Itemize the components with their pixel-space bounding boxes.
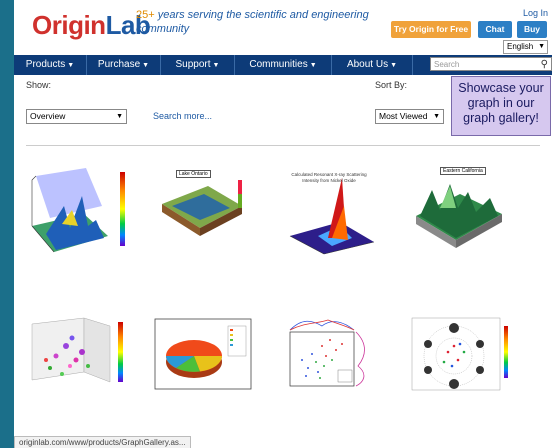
tagline-line2: community [136, 23, 190, 35]
showcase-promo-banner[interactable]: Showcase your graph in our graph gallery… [451, 76, 551, 136]
sort-label: Sort By: [375, 80, 408, 90]
try-origin-button[interactable]: Try Origin for Free [391, 21, 471, 38]
thumb-title: Eastern California [440, 167, 486, 175]
tagline: 25+ years serving the scientific and eng… [136, 8, 369, 36]
gallery-thumb-scatter-marginal[interactable] [282, 316, 378, 396]
chevron-down-icon: ▼ [538, 43, 545, 50]
show-select-value: Overview [30, 111, 66, 121]
search-icon[interactable]: ⚲ [541, 58, 548, 72]
thumb-image [411, 317, 508, 391]
logo-origin-text: Origin [32, 10, 106, 40]
caret-down-icon: ▼ [309, 62, 317, 69]
login-link[interactable]: Log In [523, 8, 548, 18]
language-select[interactable]: English ▼ [503, 40, 548, 54]
gallery-thumb-lake-ontario[interactable]: Lake Ontario [154, 166, 250, 256]
chat-button[interactable]: Chat [478, 21, 512, 38]
show-select[interactable]: Overview ▼ [26, 109, 127, 124]
show-label: Show: [26, 80, 52, 90]
nav-label: About Us [346, 59, 389, 70]
thumb-image [162, 180, 242, 236]
divider [26, 145, 540, 146]
nav-purchase[interactable]: Purchase ▼ [87, 55, 161, 75]
tagline-text: years serving the scientific and enginee… [154, 9, 369, 21]
thumb-image [289, 319, 365, 387]
nav-label: Products [25, 59, 66, 70]
promo-line-2: graph in our [467, 96, 535, 110]
browser-status-bar: originlab.com/www/products/GraphGallery.… [14, 436, 191, 448]
thumb-image [31, 317, 123, 383]
sort-select-value: Most Viewed [379, 111, 428, 121]
thumb-image [416, 184, 502, 248]
thumb-title: Lake Ontario [176, 170, 211, 178]
originlab-logo[interactable]: OriginLab [32, 10, 151, 41]
thumb-title: Calculated Resonant X-ray Scattering Int… [291, 172, 367, 183]
sort-select[interactable]: Most Viewed ▼ [375, 109, 444, 124]
gallery-thumb-3d-pie[interactable] [154, 318, 252, 394]
gallery-thumb-xray-scattering[interactable]: Calculated Resonant X-ray Scattering Int… [282, 166, 378, 256]
language-value: English [507, 42, 534, 51]
caret-down-icon: ▼ [390, 62, 398, 69]
thumb-image [31, 168, 125, 253]
chevron-down-icon: ▼ [116, 113, 123, 120]
chevron-down-icon: ▼ [433, 113, 440, 120]
caret-down-icon: ▼ [212, 62, 220, 69]
search-placeholder: Search [434, 60, 460, 69]
caret-down-icon: ▼ [142, 62, 150, 69]
nav-support[interactable]: Support ▼ [161, 55, 235, 75]
nav-label: Communities [249, 59, 308, 70]
gallery-thumb-3d-surface-colormap[interactable] [26, 166, 125, 256]
nav-about-us[interactable]: About Us ▼ [332, 55, 413, 75]
tagline-highlight: 25+ [136, 9, 155, 21]
nav-communities[interactable]: Communities ▼ [235, 55, 332, 75]
nav-products[interactable]: Products ▼ [14, 55, 87, 75]
promo-line-3: graph gallery! [463, 111, 539, 125]
thumb-image [154, 318, 252, 390]
search-more-link[interactable]: Search more... [153, 111, 212, 121]
browser-page: OriginLab 25+ years serving the scientif… [14, 0, 552, 448]
gallery-thumb-3d-scatter[interactable] [26, 316, 123, 392]
buy-button[interactable]: Buy [517, 21, 547, 38]
gallery-thumb-eastern-california[interactable]: Eastern California [410, 164, 506, 256]
nav-label: Purchase [97, 59, 141, 70]
promo-line-1: Showcase your [458, 81, 544, 95]
nav-label: Support [175, 59, 211, 70]
search-input[interactable]: Search ⚲ [430, 57, 552, 71]
caret-down-icon: ▼ [67, 62, 75, 69]
gallery-thumb-polar-scatter[interactable] [410, 316, 508, 396]
